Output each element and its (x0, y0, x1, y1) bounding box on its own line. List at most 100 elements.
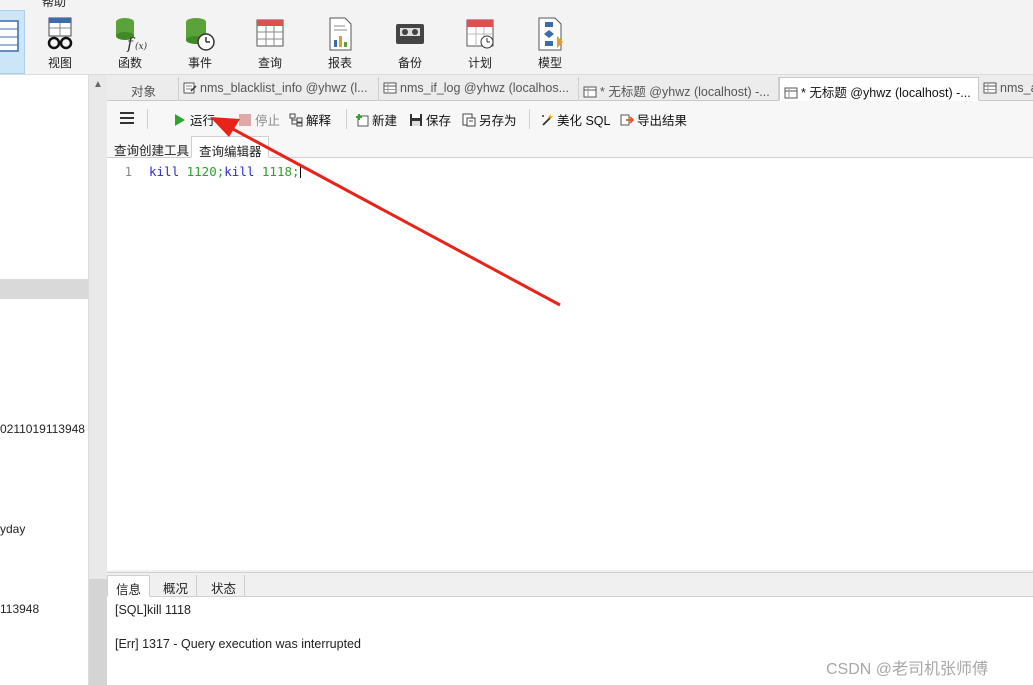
tab-nms-a-table[interactable]: nms_a (979, 77, 1033, 101)
tab-query-builder[interactable]: 查询创建工具 (107, 136, 195, 158)
explain-label: 解释 (306, 114, 332, 128)
save-as-button[interactable]: 另存为 (462, 110, 517, 128)
report-icon (329, 17, 352, 51)
sidebar-item-text[interactable]: 0211019113948 (0, 422, 85, 436)
tab-status[interactable]: 状态 (203, 575, 246, 597)
ribbon-label-schedule: 计划 (467, 56, 492, 70)
ribbon-label-report: 报表 (327, 56, 352, 70)
ribbon-label-query: 查询 (257, 56, 282, 70)
result-tab-bar: 信息 概况 状态 (107, 572, 1033, 597)
run-button[interactable]: 运行 ▼ (173, 110, 229, 128)
explain-button[interactable]: 解释 (289, 110, 331, 128)
save-button[interactable]: 保存 (409, 110, 451, 128)
watermark-text: CSDN @老司机张师傅 (826, 661, 989, 678)
ribbon-label-function: 函数 (117, 56, 142, 70)
sql-keyword: kill (149, 164, 180, 179)
query-toolbar: 运行 ▼ 停止 解释 新建 保存 另存为 美化 SQL 导出结果 (107, 101, 1033, 135)
toolbar-separator (529, 109, 530, 129)
line-number: 1 (124, 165, 132, 179)
tab-blacklist-query[interactable]: nms_blacklist_info @yhwz (l... (179, 77, 379, 101)
save-as-icon (462, 113, 476, 127)
export-results-button[interactable]: 导出结果 (620, 110, 687, 128)
line-number-gutter: 1 (107, 158, 140, 570)
ribbon-report-button[interactable]: 报表 (312, 12, 368, 72)
save-label: 保存 (426, 114, 452, 128)
magic-wand-icon (542, 114, 553, 126)
sidebar-selected-row[interactable] (0, 279, 88, 299)
sql-code-line[interactable]: kill 1120;kill 1118; (149, 164, 301, 179)
document-tab-bar: 对象 nms_blacklist_info @yhwz (l... nms_if… (107, 75, 1033, 101)
table-icon (383, 82, 397, 94)
sql-keyword: kill (224, 164, 255, 179)
query-grid-icon (256, 19, 284, 47)
new-button[interactable]: 新建 (355, 110, 397, 128)
caret-down-icon[interactable]: ▼ (222, 118, 230, 127)
result-error-line: [Err] 1317 - Query execution was interru… (115, 637, 361, 651)
ribbon-view-button[interactable]: 视图 (32, 12, 88, 72)
editor-mode-tabs: 查询创建工具 查询编辑器 (107, 135, 1033, 159)
ribbon-query-button[interactable]: 查询 (242, 12, 298, 72)
scroll-up-arrow-icon[interactable]: ▲ (93, 79, 103, 90)
text-caret (299, 164, 301, 178)
toolbar-separator (346, 109, 347, 129)
ribbon-backup-button[interactable]: 备份 (382, 12, 438, 72)
ribbon-model-button[interactable]: 模型 (522, 12, 578, 72)
sql-editor[interactable]: 1 kill 1120;kill 1118; (107, 158, 1033, 570)
sidebar-item-text[interactable]: yday (0, 522, 25, 536)
sidebar-scrollbar[interactable]: ▲ (88, 75, 107, 685)
ribbon-toolbar: 帮助 视图 f (x) 函数 事件 查询 报表 备份 计划 模型 (0, 0, 1033, 75)
tab-profile[interactable]: 概况 (155, 575, 198, 597)
ribbon-label-backup: 备份 (397, 56, 422, 70)
object-tree-sidebar[interactable]: 0211019113948 yday 113948 (0, 75, 88, 685)
tab-query-editor[interactable]: 查询编辑器 (191, 136, 269, 159)
play-icon (175, 114, 185, 126)
tab-label: * 无标题 @yhwz (localhost) -... (600, 85, 770, 99)
tab-info[interactable]: 信息 (107, 575, 151, 597)
scrollbar-thumb[interactable] (89, 579, 107, 685)
model-diagram-icon (538, 17, 563, 51)
svg-text:(x): (x) (135, 41, 147, 52)
table-icon (0, 20, 19, 52)
toolbar-separator (147, 109, 148, 129)
tab-label: nms_blacklist_info @yhwz (l... (200, 81, 368, 95)
sql-number: 1118; (254, 164, 300, 179)
ribbon-label-event: 事件 (187, 56, 212, 70)
save-as-label: 另存为 (479, 114, 517, 128)
result-sql-line: [SQL]kill 1118 (115, 603, 191, 617)
query-table-icon (583, 86, 597, 98)
table-icon (983, 82, 997, 94)
explain-tree-icon (289, 113, 303, 127)
query-table-icon (784, 87, 798, 99)
ribbon-event-button[interactable]: 事件 (172, 12, 228, 72)
hamburger-menu-icon[interactable] (120, 112, 134, 124)
new-query-icon (356, 114, 369, 127)
tab-label: nms_if_log @yhwz (localhos... (400, 81, 570, 95)
tab-label: 对象 (130, 85, 156, 99)
sidebar-item-text[interactable]: 113948 (0, 602, 39, 616)
stop-button[interactable]: 停止 (238, 110, 280, 128)
glasses-grid-icon (47, 17, 73, 50)
export-label: 导出结果 (637, 114, 688, 128)
ribbon-label-model: 模型 (537, 56, 562, 70)
beautify-label: 美化 SQL (557, 114, 611, 128)
stop-icon (239, 114, 251, 126)
event-clock-icon (186, 18, 215, 51)
tab-untitled-query-1[interactable]: * 无标题 @yhwz (localhost) -... (579, 77, 779, 101)
ribbon-selected-tool[interactable] (0, 10, 25, 74)
stop-label: 停止 (255, 114, 281, 128)
beautify-sql-button[interactable]: 美化 SQL (540, 110, 611, 128)
query-icon (183, 82, 197, 94)
menu-help[interactable]: 帮助 (42, 0, 66, 10)
ribbon-schedule-button[interactable]: 计划 (452, 12, 508, 72)
ribbon-function-button[interactable]: f (x) 函数 (102, 12, 158, 72)
calendar-clock-icon (466, 19, 494, 49)
tab-objects[interactable]: 对象 (107, 77, 179, 101)
run-label: 运行 (190, 114, 216, 128)
tab-untitled-query-active[interactable]: * 无标题 @yhwz (localhost) -... (779, 77, 979, 101)
save-disk-icon (410, 114, 422, 126)
navicat-window: 帮助 视图 f (x) 函数 事件 查询 报表 备份 计划 模型 0211019… (0, 0, 1033, 685)
function-db-icon: f (x) (116, 18, 147, 52)
new-label: 新建 (372, 114, 398, 128)
sql-number: 1120; (179, 164, 225, 179)
tab-if-log-table[interactable]: nms_if_log @yhwz (localhos... (379, 77, 579, 101)
